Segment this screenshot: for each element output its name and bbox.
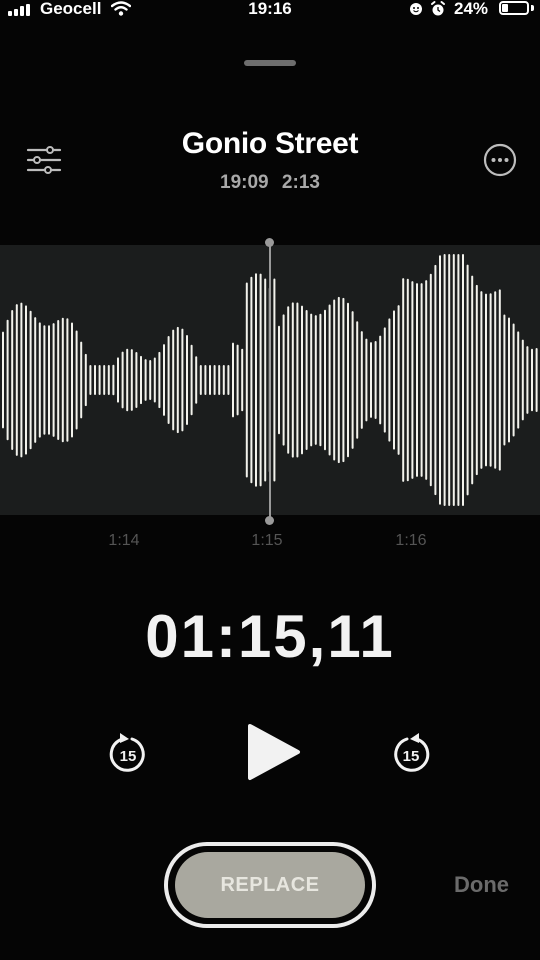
- skip-forward-15-button[interactable]: 15: [391, 730, 431, 776]
- playhead-top-knob[interactable]: [265, 238, 274, 247]
- battery-tip: [531, 5, 534, 11]
- timeline-tick: 1:14: [108, 532, 140, 549]
- playhead-bottom-knob[interactable]: [265, 516, 274, 525]
- sheet-grabber-handle[interactable]: [244, 60, 296, 66]
- skip-back-15-icon: 15: [109, 733, 145, 772]
- replace-button-label: REPLACE: [175, 852, 365, 918]
- battery-icon: [499, 1, 529, 15]
- done-button[interactable]: Done: [454, 872, 509, 898]
- skip-back-label: 15: [120, 748, 137, 765]
- alarm-icon: [410, 1, 445, 16]
- play-button[interactable]: [244, 722, 302, 782]
- skip-forward-15-icon: 15: [394, 733, 430, 772]
- playhead[interactable]: [269, 242, 271, 520]
- recording-time: 19:09: [220, 172, 269, 193]
- elapsed-time: 01:15,11: [145, 603, 395, 670]
- play-icon: [248, 724, 300, 780]
- timeline-tick: 1:15: [251, 532, 283, 549]
- recording-meta: 19:09 2:13: [0, 172, 540, 194]
- more-options-button[interactable]: [482, 142, 518, 178]
- skip-forward-label: 15: [403, 748, 420, 765]
- replace-button[interactable]: REPLACE: [164, 842, 376, 928]
- timeline-tick: 1:16: [395, 532, 427, 549]
- battery-percentage: 24%: [454, 0, 489, 18]
- recording-duration: 2:13: [281, 172, 320, 193]
- recording-title: Gonio Street: [181, 127, 359, 160]
- status-bar: Geocell 19:16 24%: [0, 0, 540, 20]
- skip-back-15-button[interactable]: 15: [108, 730, 148, 776]
- ellipsis-circle-icon: [483, 143, 517, 177]
